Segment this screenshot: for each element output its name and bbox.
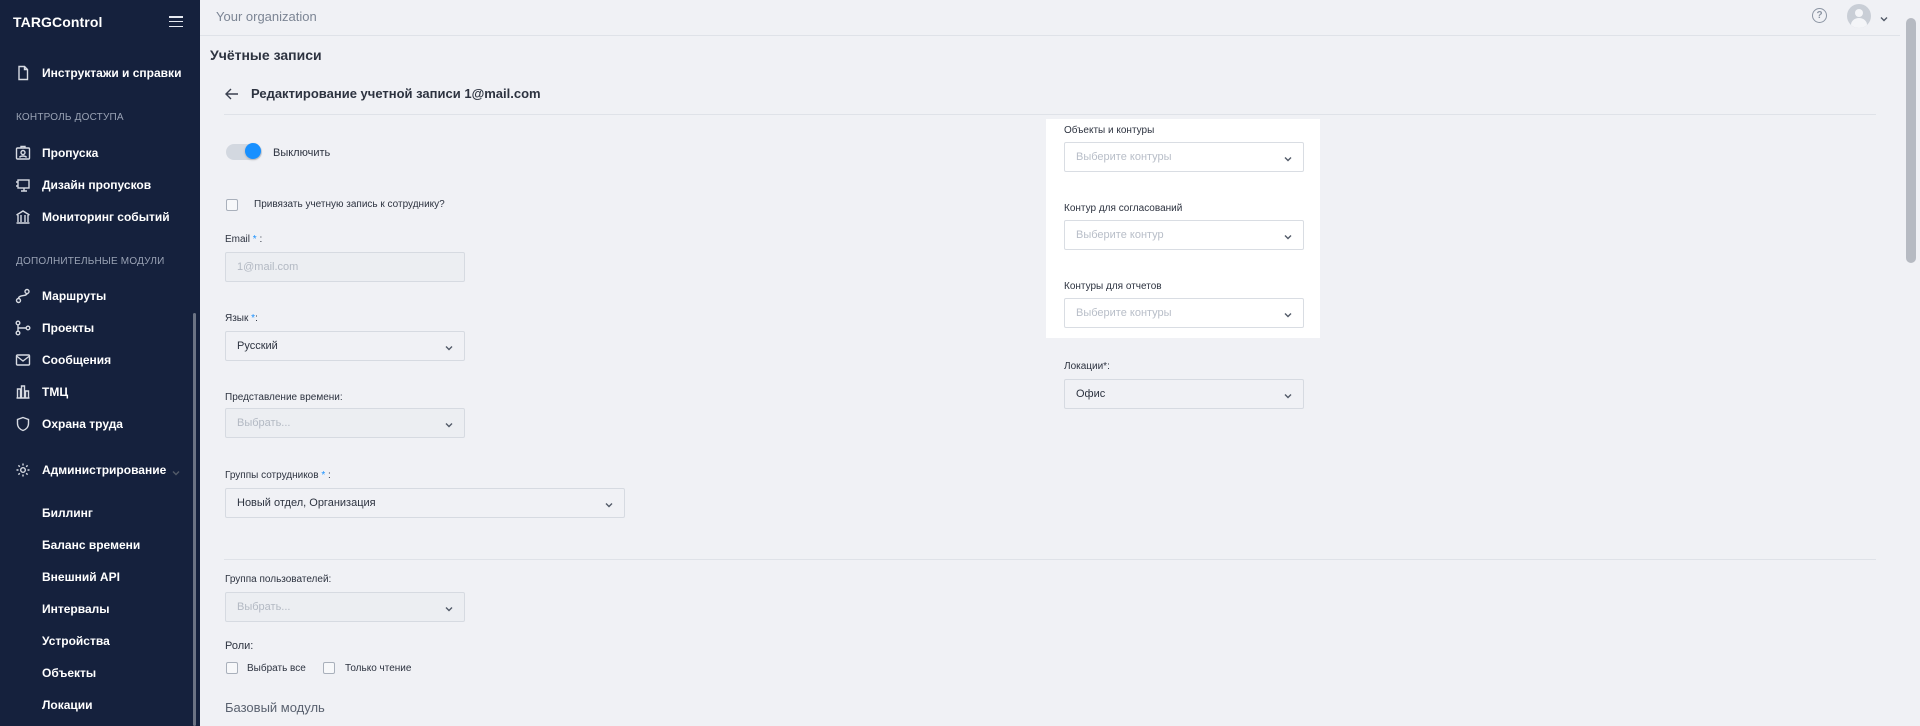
chevron-down-icon	[1284, 391, 1292, 399]
base-module-heading: Базовый модуль	[225, 700, 325, 715]
link-employee-label: Привязать учетную запись к сотруднику?	[254, 199, 445, 210]
sidebar-item-event-monitoring[interactable]: Мониторинг событий	[0, 206, 190, 228]
sidebar-subitem-devices[interactable]: Устройства	[42, 634, 110, 648]
sidebar-section-access: КОНТРОЛЬ ДОСТУПА	[16, 112, 124, 123]
back-arrow-icon[interactable]	[224, 87, 240, 101]
sidebar-item-labor-safety[interactable]: Охрана труда	[0, 413, 190, 435]
read-only-label: Только чтение	[345, 663, 412, 674]
sidebar-item-label: Пропуска	[42, 146, 99, 160]
chevron-down-icon	[445, 604, 453, 612]
chevron-down-icon	[1284, 310, 1292, 318]
chevron-down-icon[interactable]	[172, 466, 180, 476]
employee-groups-label: Группы сотрудников * :	[225, 470, 331, 481]
chevron-down-icon	[445, 343, 453, 351]
sidebar-item-label: Маршруты	[42, 289, 107, 303]
user-group-label: Группа пользователей:	[225, 574, 332, 585]
sidebar-section-modules: ДОПОЛНИТЕЛЬНЫЕ МОДУЛИ	[16, 256, 165, 267]
sidebar-subitem-intervals[interactable]: Интервалы	[42, 602, 110, 616]
language-label: Язык *:	[225, 313, 258, 324]
objects-contours-select[interactable]: Выберите контуры	[1064, 142, 1304, 172]
sidebar-item-label: Сообщения	[42, 353, 112, 367]
link-employee-checkbox[interactable]	[226, 199, 238, 211]
help-icon[interactable]: ?	[1812, 8, 1827, 23]
projects-icon	[15, 320, 31, 336]
shield-icon	[15, 416, 31, 432]
sidebar-subitem-billing[interactable]: Биллинг	[42, 506, 93, 520]
enable-toggle[interactable]	[226, 143, 262, 160]
approval-contour-select[interactable]: Выберите контур	[1064, 220, 1304, 250]
design-icon	[15, 177, 31, 193]
organization-name[interactable]: Your organization	[216, 9, 317, 24]
contours-panel: Объекты и контуры Выберите контуры Конту…	[1046, 119, 1320, 338]
sidebar-item-label: Дизайн пропусков	[42, 178, 152, 192]
gear-icon	[15, 462, 31, 478]
sidebar-subitem-objects[interactable]: Объекты	[42, 666, 96, 680]
page-title: Учётные записи	[210, 47, 322, 63]
top-bar	[200, 0, 1900, 36]
edit-title: Редактирование учетной записи 1@mail.com	[251, 86, 541, 101]
page-scrollbar-thumb[interactable]	[1906, 18, 1916, 263]
locations-label: Локации*:	[1064, 361, 1110, 372]
sidebar-item-projects[interactable]: Проекты	[0, 317, 190, 339]
divider	[224, 559, 1876, 560]
route-icon	[15, 288, 31, 304]
email-label: Email * :	[225, 234, 263, 245]
language-select[interactable]: Русский	[225, 331, 465, 361]
sidebar-item-administration[interactable]: Администрирование	[0, 459, 190, 481]
mail-icon	[15, 352, 31, 368]
select-all-label: Выбрать все	[247, 663, 306, 674]
sidebar-scrollbar[interactable]	[193, 313, 196, 726]
roles-label: Роли:	[225, 640, 254, 652]
sidebar-item-pass-design[interactable]: Дизайн пропусков	[0, 174, 190, 196]
time-format-select[interactable]: Выбрать...	[225, 408, 465, 438]
chevron-down-icon	[445, 420, 453, 428]
menu-icon[interactable]	[169, 16, 183, 28]
toggle-label: Выключить	[273, 147, 331, 159]
sidebar: TARGControl Инструктажи и справки КОНТРО…	[0, 0, 200, 726]
read-only-checkbox[interactable]	[323, 662, 335, 674]
document-icon	[15, 65, 31, 81]
chevron-down-icon	[1284, 232, 1292, 240]
sidebar-subitem-locations[interactable]: Локации	[42, 698, 93, 712]
sidebar-item-inventory[interactable]: ТМЦ	[0, 381, 190, 403]
avatar[interactable]	[1847, 4, 1871, 28]
sidebar-item-label: ТМЦ	[42, 385, 69, 399]
sidebar-subitem-time-balance[interactable]: Баланс времени	[42, 538, 140, 552]
report-contours-label: Контуры для отчетов	[1064, 281, 1162, 292]
locations-select[interactable]: Офис	[1064, 379, 1304, 409]
chevron-down-icon	[1284, 154, 1292, 162]
sidebar-subitem-external-api[interactable]: Внешний API	[42, 570, 120, 584]
employee-groups-select[interactable]: Новый отдел, Организация	[225, 488, 625, 518]
sidebar-item-label: Инструктажи и справки	[42, 66, 182, 80]
chevron-down-icon[interactable]	[1880, 12, 1888, 22]
sidebar-item-label: Администрирование	[42, 463, 167, 477]
select-all-checkbox[interactable]	[226, 662, 238, 674]
report-contours-select[interactable]: Выберите контуры	[1064, 298, 1304, 328]
sidebar-item-label: Проекты	[42, 321, 95, 335]
user-group-select[interactable]: Выбрать...	[225, 592, 465, 622]
chevron-down-icon	[605, 500, 613, 508]
sidebar-item-routes[interactable]: Маршруты	[0, 285, 190, 307]
inventory-icon	[15, 384, 31, 400]
sidebar-item-messages[interactable]: Сообщения	[0, 349, 190, 371]
badge-icon	[15, 145, 31, 161]
time-format-label: Представление времени:	[225, 392, 343, 403]
divider	[224, 114, 1876, 115]
email-field: 1@mail.com	[225, 252, 465, 282]
sidebar-item-passes[interactable]: Пропуска	[0, 142, 190, 164]
sidebar-item-label: Охрана труда	[42, 417, 123, 431]
app-logo: TARGControl	[13, 14, 103, 30]
sidebar-item-label: Мониторинг событий	[42, 210, 170, 224]
sidebar-item-instructions[interactable]: Инструктажи и справки	[0, 62, 190, 84]
objects-contours-label: Объекты и контуры	[1064, 125, 1155, 136]
monitor-icon	[15, 209, 31, 225]
approval-contour-label: Контур для согласований	[1064, 203, 1183, 214]
